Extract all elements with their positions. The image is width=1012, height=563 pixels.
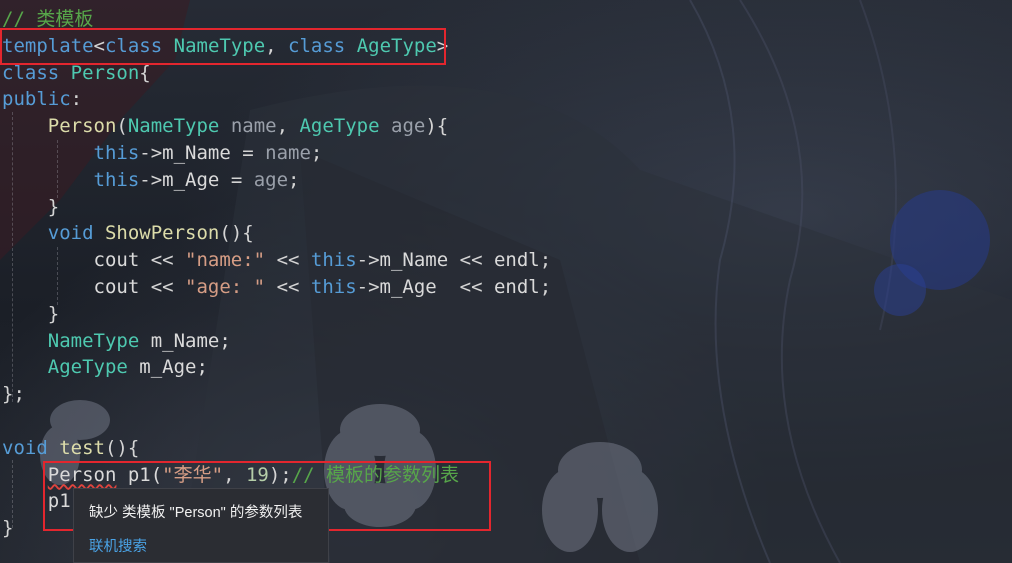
code-token: } [2, 195, 60, 218]
template-declaration-highlight [0, 28, 446, 65]
code-token: -> [139, 168, 163, 191]
code-token: Person [47, 115, 117, 138]
code-token: cout [93, 275, 140, 298]
code-line[interactable]: this->m_Age = age; [2, 167, 551, 194]
code-token: this [93, 141, 140, 164]
code-token: NameType [47, 329, 140, 352]
code-line[interactable]: Person(NameType name, AgeType age){ [2, 113, 551, 140]
code-token: ; [539, 275, 552, 298]
code-token: age [391, 115, 426, 138]
code-line[interactable]: } [2, 301, 551, 328]
code-token: m_Age; [127, 356, 208, 379]
code-token: } [2, 517, 14, 540]
error-tooltip: 缺少 类模板 "Person" 的参数列表 联机搜索 [73, 488, 329, 563]
code-token: << [139, 275, 186, 298]
code-token: ){ [425, 115, 449, 138]
code-line[interactable]: cout << "age: " << this->m_Age << endl; [2, 274, 552, 301]
code-token: : [70, 88, 83, 111]
code-token: -> [356, 249, 380, 272]
code-token: NameType [127, 115, 220, 138]
code-token: // 类模板 [2, 8, 94, 30]
code-token: "name:" [185, 249, 266, 272]
code-token: = [230, 141, 266, 164]
code-token: m_Name [379, 249, 449, 272]
code-token: void [47, 222, 94, 245]
code-token: this [310, 275, 357, 298]
code-token: ( [116, 115, 128, 138]
code-line[interactable]: void ShowPerson(){ [2, 220, 551, 247]
code-line[interactable]: cout << "name:" << this->m_Name << endl; [2, 247, 552, 274]
code-line[interactable] [2, 408, 551, 435]
code-token: this [93, 168, 140, 191]
code-token: ; [310, 141, 323, 164]
code-token: name [230, 115, 277, 138]
code-token: AgeType [47, 356, 128, 379]
code-line[interactable]: }; [2, 381, 551, 408]
code-line[interactable]: void test(){ [2, 435, 551, 462]
code-token: m_Name [162, 141, 231, 164]
code-token: << [265, 249, 311, 272]
code-token: name [265, 141, 311, 164]
code-token: this [310, 249, 357, 272]
code-token: -> [139, 141, 163, 164]
code-token: ShowPerson [104, 222, 220, 245]
code-line[interactable]: AgeType m_Age; [2, 354, 551, 381]
code-token: "age: " [185, 275, 266, 298]
code-token: public [2, 88, 71, 111]
code-line[interactable]: public: [2, 86, 551, 113]
code-token: -> [356, 275, 380, 298]
code-token: endl [493, 249, 540, 272]
error-message: 缺少 类模板 "Person" 的参数列表 [89, 505, 303, 521]
code-token: age [253, 168, 289, 191]
code-token: (){ [219, 222, 254, 245]
code-token: test [59, 436, 105, 459]
code-token: AgeType [299, 115, 380, 138]
code-token: << [448, 249, 494, 272]
code-token: m_Name; [139, 329, 231, 352]
code-line[interactable]: } [2, 194, 551, 221]
code-token: << [139, 249, 186, 272]
code-token: }; [2, 383, 25, 406]
code-token: void [2, 436, 48, 459]
code-token: endl [493, 275, 540, 298]
online-search-link[interactable]: 联机搜索 [89, 535, 147, 556]
code-token: , [276, 115, 300, 138]
code-token: ; [288, 168, 300, 191]
code-token: m_Age [379, 275, 437, 298]
code-token: m_Age [162, 168, 220, 191]
code-token: cout [93, 249, 140, 272]
code-token: ; [539, 249, 552, 272]
code-token: (){ [104, 436, 140, 459]
code-token: << [436, 275, 494, 298]
code-token: } [2, 302, 60, 325]
code-token: = [219, 168, 254, 191]
code-token: << [265, 275, 311, 298]
code-line[interactable]: NameType m_Name; [2, 328, 551, 355]
code-line[interactable]: this->m_Name = name; [2, 140, 551, 167]
